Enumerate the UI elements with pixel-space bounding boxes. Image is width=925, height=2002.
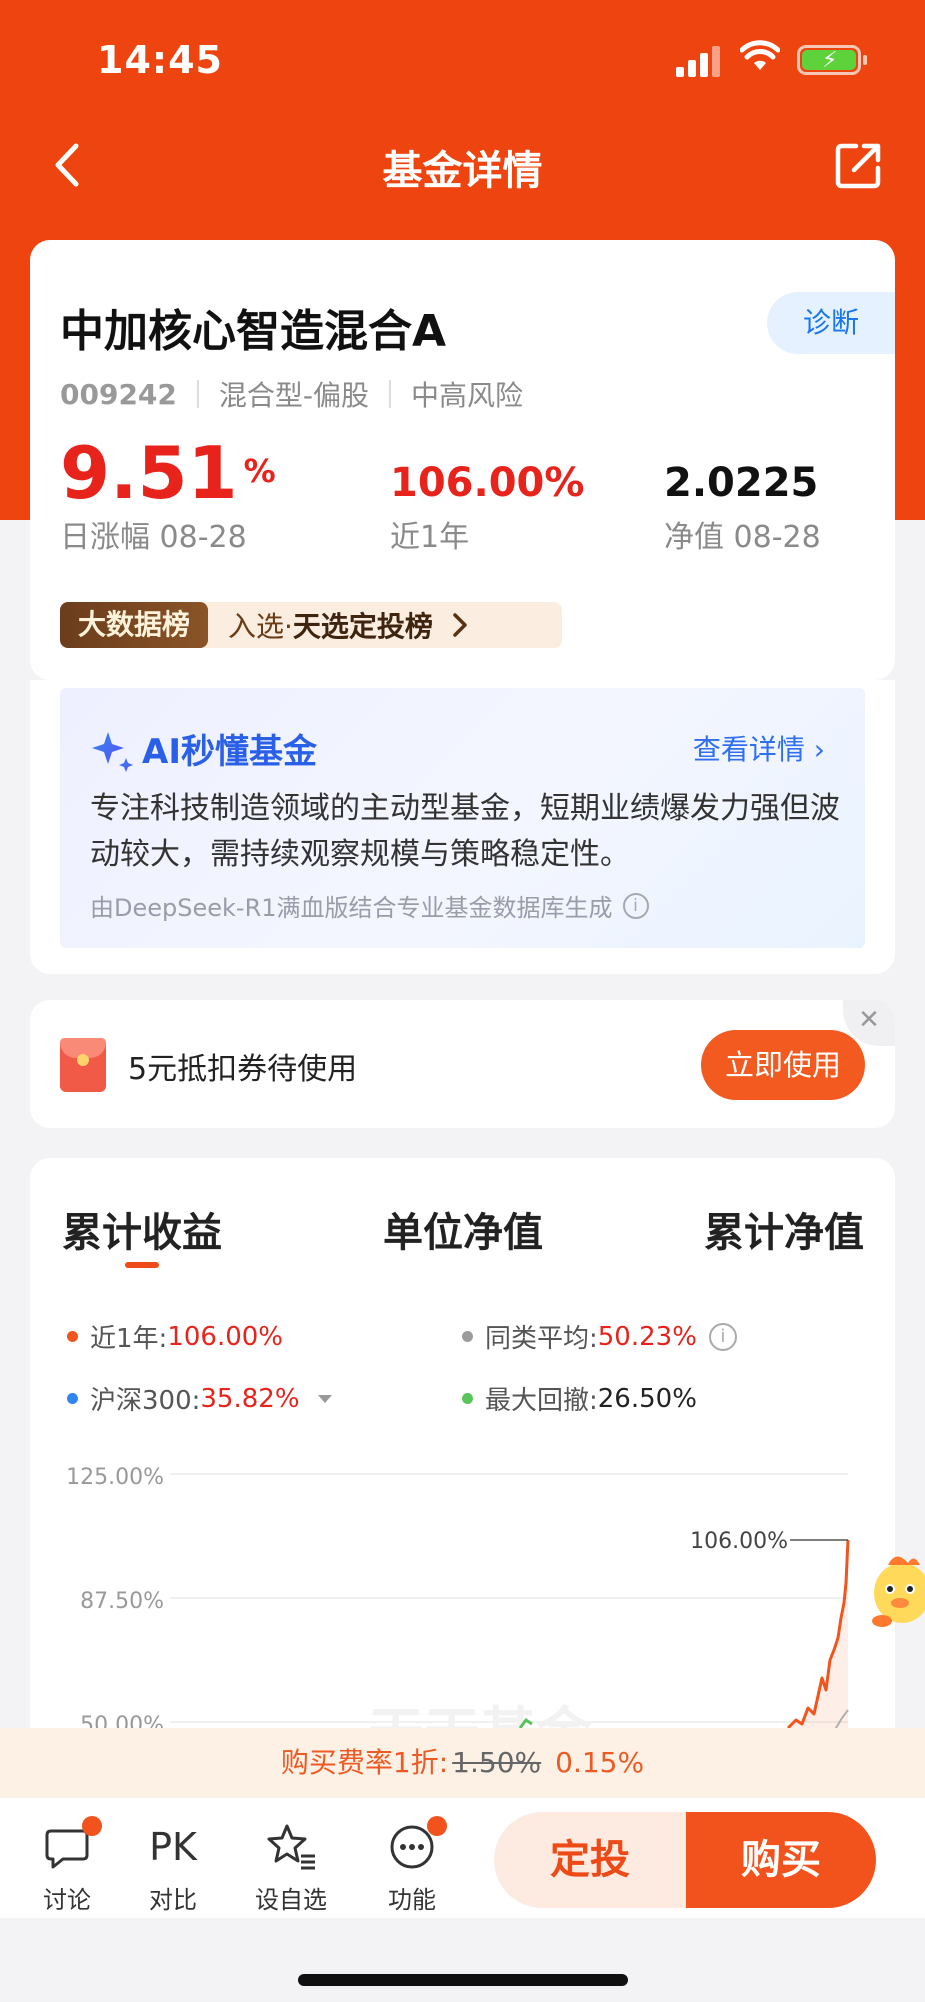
functions-button[interactable]: 功能: [367, 1816, 457, 1915]
ai-summary-note: 由DeepSeek-R1满血版结合专业基金数据库生成 i: [90, 888, 649, 923]
notification-badge: [82, 1816, 102, 1836]
view-details-link[interactable]: 查看详情 ›: [693, 728, 825, 768]
nav-value-label: 净值 08-28: [664, 520, 821, 555]
fee-label: 购买费率1折:: [280, 1746, 449, 1779]
legend-one-year: 近1年: 106.00%: [67, 1318, 283, 1355]
one-year-return-stat: 106.00% 近1年: [390, 440, 584, 556]
page-title: 基金详情: [382, 148, 543, 194]
daily-change-unit: %: [243, 452, 276, 490]
ranking-prefix: 入选·: [228, 610, 293, 643]
coupon-text: 5元抵扣券待使用: [128, 1052, 358, 1087]
wifi-icon: [740, 40, 780, 70]
compare-button[interactable]: PK 对比: [128, 1820, 218, 1915]
ai-note-text: 由DeepSeek-R1满血版结合专业基金数据库生成: [90, 894, 613, 922]
nav-bar: 基金详情: [0, 120, 925, 210]
legend-label: 同类平均:: [485, 1324, 598, 1354]
ranking-text: 入选·天选定投榜: [228, 605, 433, 645]
home-indicator-area: [0, 1918, 925, 2002]
battery-icon: ⚡: [797, 45, 867, 75]
ai-summary-description: 专注科技制造领域的主动型基金，短期业绩爆发力强但波动较大，需持续观察规模与策略稳…: [90, 791, 840, 872]
discussion-button[interactable]: 讨论: [22, 1816, 112, 1915]
discounted-fee: 0.15%: [555, 1746, 645, 1779]
legend-value: 106.00%: [167, 1321, 283, 1352]
one-year-return-label: 近1年: [390, 520, 470, 555]
daily-change-label: 日涨幅 08-28: [60, 520, 247, 555]
purchase-fee-bar: 购买费率1折: 1.50% 0.15%: [0, 1728, 925, 1798]
tool-label: 讨论: [43, 1886, 91, 1914]
share-icon[interactable]: [834, 140, 884, 190]
y-tick-label: 87.50%: [80, 1589, 164, 1614]
tool-label: 功能: [388, 1886, 436, 1914]
action-buttons: 定投 购买: [494, 1812, 876, 1908]
tab-cumulative-nav[interactable]: 累计净值: [704, 1200, 864, 1258]
tab-cumulative-return[interactable]: 累计收益: [62, 1200, 222, 1258]
legend-label: 最大回撤:: [485, 1386, 598, 1416]
legend-dot: [462, 1331, 473, 1342]
star-list-icon: [267, 1824, 315, 1870]
chevron-right-icon: ›: [813, 733, 825, 766]
fund-risk: 中高风险: [411, 379, 524, 412]
chevron-right-icon: [453, 613, 467, 637]
mascot-icon[interactable]: [868, 1545, 925, 1635]
ai-summary-box[interactable]: AI秒懂基金 查看详情 › 专注科技制造领域的主动型基金，短期业绩爆发力强但波动…: [60, 688, 865, 948]
sparkle-icon: [92, 732, 133, 772]
tab-unit-nav[interactable]: 单位净值: [383, 1200, 543, 1258]
ranking-banner[interactable]: 大数据榜 入选·天选定投榜: [60, 602, 562, 648]
view-details-label: 查看详情: [692, 733, 805, 766]
info-icon[interactable]: i: [708, 1322, 737, 1351]
divider: [389, 380, 392, 408]
ranking-tag: 大数据榜: [60, 602, 209, 648]
fund-code: 009242: [60, 377, 177, 411]
legend-peer-average: 同类平均: 50.23% i: [462, 1318, 737, 1355]
fund-name: 中加核心智造混合A: [60, 306, 447, 357]
grid-lines: [170, 1473, 848, 1723]
diagnose-button[interactable]: 诊断: [767, 292, 895, 354]
bottom-toolbar: 讨论 PK 对比 设自选 功能 定投 购买: [0, 1798, 925, 1918]
ai-summary-title: AI秒懂基金: [142, 732, 317, 772]
divider: [196, 380, 199, 408]
fund-info-card: 中加核心智造混合A 诊断 009242 混合型-偏股 中高风险 9.51% 日涨…: [30, 240, 895, 680]
y-tick-label: 125.00%: [66, 1465, 164, 1490]
peak-label: 106.00%: [690, 1529, 788, 1554]
legend-max-drawdown: 最大回撤: 26.50%: [462, 1380, 697, 1417]
tool-label: 设自选: [255, 1886, 327, 1914]
cellular-signal-icon: [676, 45, 722, 77]
legend-label: 沪深300:: [90, 1386, 201, 1416]
buy-button[interactable]: 购买: [686, 1812, 876, 1908]
ranking-name: 天选定投榜: [292, 610, 433, 643]
pk-icon: PK: [149, 1825, 197, 1869]
legend-dot: [462, 1393, 473, 1404]
nav-value-stat: 2.0225 净值 08-28: [664, 440, 821, 556]
ai-summary-card: AI秒懂基金 查看详情 › 专注科技制造领域的主动型基金，短期业绩爆发力强但波动…: [30, 680, 895, 974]
add-watchlist-button[interactable]: 设自选: [246, 1820, 336, 1915]
legend-dot: [67, 1393, 78, 1404]
status-time: 14:45: [97, 38, 223, 82]
status-bar: 14:45 ⚡: [0, 0, 925, 120]
dropdown-caret-icon[interactable]: [317, 1394, 332, 1403]
legend-value: 26.50%: [597, 1383, 697, 1414]
one-year-return-value: 106.00%: [390, 460, 585, 506]
legend-value: 50.23%: [597, 1321, 697, 1352]
info-icon[interactable]: i: [622, 892, 649, 919]
legend-csi300[interactable]: 沪深300: 35.82%: [67, 1380, 332, 1417]
active-tab-indicator: [125, 1262, 159, 1268]
notification-badge: [427, 1816, 447, 1836]
legend-label: 近1年:: [90, 1324, 168, 1354]
tool-label: 对比: [149, 1886, 197, 1914]
red-envelope-icon: [60, 1038, 106, 1092]
legend-dot: [67, 1331, 78, 1342]
daily-change-value: 9.51: [60, 431, 238, 515]
coupon-card: ✕ 5元抵扣券待使用 立即使用: [30, 1000, 895, 1128]
fund-category: 混合型-偏股: [218, 379, 370, 412]
original-fee: 1.50%: [452, 1746, 542, 1779]
fund-meta: 009242 混合型-偏股 中高风险: [60, 374, 523, 414]
auto-invest-button[interactable]: 定投: [494, 1812, 686, 1908]
use-coupon-button[interactable]: 立即使用: [701, 1030, 865, 1100]
nav-value: 2.0225: [664, 460, 819, 506]
home-indicator[interactable]: [298, 1974, 628, 1986]
legend-value: 35.82%: [200, 1383, 300, 1414]
daily-change-stat: 9.51% 日涨幅 08-28: [60, 431, 276, 556]
